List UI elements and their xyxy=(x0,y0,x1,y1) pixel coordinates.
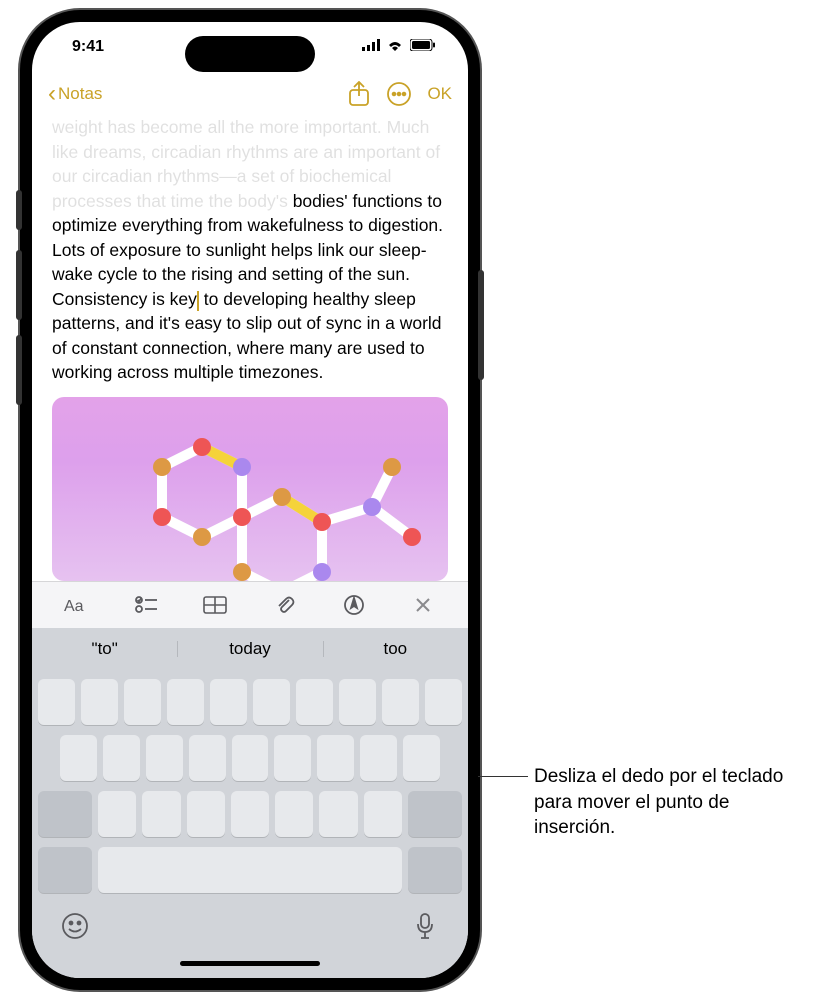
keyboard-suggestions: "to" today too xyxy=(32,628,468,671)
note-inline-image[interactable] xyxy=(52,397,448,582)
key-blank[interactable] xyxy=(364,791,402,837)
status-time: 9:41 xyxy=(72,38,104,56)
suggestion-1[interactable]: "to" xyxy=(32,639,177,659)
callout-text: Desliza el dedo por el teclado para move… xyxy=(528,764,798,841)
key-delete[interactable] xyxy=(408,791,462,837)
key-blank[interactable] xyxy=(124,679,161,725)
key-space[interactable] xyxy=(98,847,402,893)
wifi-icon xyxy=(386,38,404,56)
back-button[interactable]: ‹ Notas xyxy=(48,80,337,108)
suggestion-3[interactable]: too xyxy=(323,639,468,659)
key-blank[interactable] xyxy=(103,735,140,781)
battery-icon xyxy=(410,38,436,56)
callout: Desliza el dedo por el teclado para move… xyxy=(478,764,798,841)
key-blank[interactable] xyxy=(317,735,354,781)
share-button[interactable] xyxy=(341,76,377,112)
key-blank[interactable] xyxy=(425,679,462,725)
emoji-button[interactable] xyxy=(58,909,92,943)
callout-leader-line xyxy=(478,776,528,777)
chevron-left-icon: ‹ xyxy=(48,80,56,108)
key-blank[interactable] xyxy=(231,791,269,837)
side-button-power xyxy=(478,270,484,380)
more-button[interactable] xyxy=(381,76,417,112)
phone-screen: 9:41 ‹ Notas xyxy=(32,22,468,978)
svg-text:Aa: Aa xyxy=(64,598,84,615)
close-toolbar-button[interactable] xyxy=(403,585,443,625)
markup-button[interactable] xyxy=(334,585,374,625)
key-return[interactable] xyxy=(408,847,462,893)
suggestion-2[interactable]: today xyxy=(177,639,322,659)
key-blank[interactable] xyxy=(210,679,247,725)
key-blank[interactable] xyxy=(187,791,225,837)
attachment-button[interactable] xyxy=(265,585,305,625)
key-blank[interactable] xyxy=(339,679,376,725)
key-blank[interactable] xyxy=(274,735,311,781)
nav-bar: ‹ Notas OK xyxy=(32,73,468,116)
dynamic-island xyxy=(185,36,315,72)
done-button[interactable]: OK xyxy=(421,84,452,104)
dictation-button[interactable] xyxy=(408,909,442,943)
note-content[interactable]: weight has become all the more important… xyxy=(32,115,468,385)
cellular-icon xyxy=(362,38,380,56)
key-blank[interactable] xyxy=(60,735,97,781)
key-blank[interactable] xyxy=(167,679,204,725)
key-shift[interactable] xyxy=(38,791,92,837)
home-indicator[interactable] xyxy=(32,955,468,978)
side-button-vol-up xyxy=(16,250,22,320)
key-numbers[interactable] xyxy=(38,847,92,893)
key-blank[interactable] xyxy=(275,791,313,837)
key-blank[interactable] xyxy=(232,735,269,781)
key-blank[interactable] xyxy=(38,679,75,725)
key-blank[interactable] xyxy=(319,791,357,837)
key-blank[interactable] xyxy=(382,679,419,725)
key-blank[interactable] xyxy=(189,735,226,781)
side-button-vol-down xyxy=(16,335,22,405)
text-format-button[interactable]: Aa xyxy=(57,585,97,625)
key-blank[interactable] xyxy=(403,735,440,781)
key-blank[interactable] xyxy=(296,679,333,725)
phone-frame: 9:41 ‹ Notas xyxy=(20,10,480,990)
checklist-button[interactable] xyxy=(126,585,166,625)
keyboard-trackpad-mode[interactable] xyxy=(32,671,468,955)
key-blank[interactable] xyxy=(146,735,183,781)
key-blank[interactable] xyxy=(81,679,118,725)
key-blank[interactable] xyxy=(360,735,397,781)
key-blank[interactable] xyxy=(253,679,290,725)
key-blank[interactable] xyxy=(98,791,136,837)
format-toolbar: Aa xyxy=(32,581,468,628)
molecule-illustration xyxy=(82,427,448,582)
text-cursor xyxy=(197,291,199,311)
table-button[interactable] xyxy=(195,585,235,625)
side-button-silence xyxy=(16,190,22,230)
back-label: Notas xyxy=(58,84,102,104)
key-blank[interactable] xyxy=(142,791,180,837)
